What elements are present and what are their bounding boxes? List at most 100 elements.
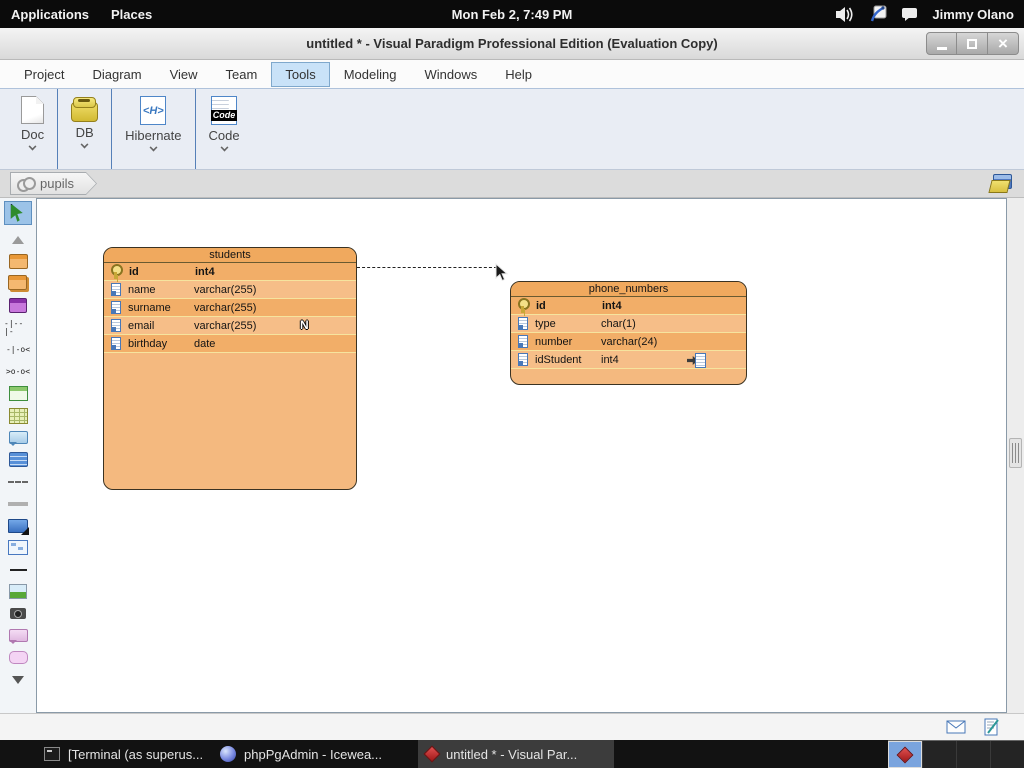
gnome-top-bar: Applications Places Mon Feb 2, 7:49 PM J… — [0, 0, 1024, 28]
entity-column-row[interactable]: birthday date — [104, 335, 356, 353]
hibernate-icon: <H> — [140, 96, 166, 125]
rounded-rect-tool[interactable] — [4, 647, 32, 668]
close-button[interactable] — [988, 32, 1019, 55]
window-title-bar: untitled * - Visual Paradigm Professiona… — [0, 28, 1024, 60]
image-tool[interactable] — [4, 581, 32, 602]
workspace-cell-1[interactable] — [888, 741, 922, 768]
screenshot-tool[interactable] — [4, 603, 32, 624]
entity-phone-numbers[interactable]: phone_numbers id int4 type char(1) — [510, 281, 747, 385]
column-extra-icon — [690, 298, 706, 313]
view-tool[interactable] — [4, 295, 32, 316]
workspace-cell-4[interactable] — [990, 741, 1024, 768]
toolbar-icon-text: Code — [211, 110, 238, 121]
scroll-up-tool[interactable] — [4, 229, 32, 250]
doc-button[interactable]: Doc — [8, 89, 57, 169]
thick-line-tool[interactable] — [4, 493, 32, 514]
diagram-canvas[interactable]: students id int4 name varchar(255) — [36, 198, 1007, 713]
grid-tool[interactable] — [4, 405, 32, 426]
menu-bar: Project Diagram View Team Tools Modeling… — [0, 60, 1024, 88]
show-diagrams-folder-icon[interactable] — [990, 174, 1014, 193]
chevron-down-icon[interactable] — [29, 143, 37, 151]
tablet-pen-icon[interactable] — [869, 5, 887, 23]
column-icon — [518, 335, 528, 348]
menu-view[interactable]: View — [156, 62, 212, 87]
table-tool[interactable] — [4, 383, 32, 404]
entity-tool[interactable] — [4, 251, 32, 272]
pointer-tool[interactable] — [4, 201, 32, 225]
diagram-tab-pupils[interactable]: pupils — [10, 172, 97, 195]
entity-column-row[interactable]: number varchar(24) — [511, 333, 746, 351]
entity-title[interactable]: students — [104, 248, 356, 263]
menu-windows[interactable]: Windows — [410, 62, 491, 87]
toolbar-button-label: Hibernate — [125, 128, 181, 143]
parent-entity-tool[interactable] — [4, 273, 32, 294]
menu-modeling[interactable]: Modeling — [330, 62, 411, 87]
task-label: [Terminal (as superus... — [68, 747, 203, 762]
entity-title[interactable]: phone_numbers — [511, 282, 746, 297]
comment-tool[interactable] — [4, 625, 32, 646]
message-icon[interactable] — [946, 720, 966, 734]
many-to-many-tool[interactable] — [4, 361, 32, 382]
dashed-line-tool[interactable] — [4, 471, 32, 492]
hibernate-button[interactable]: <H> Hibernate — [111, 89, 194, 169]
panel-splitter-handle[interactable] — [1009, 438, 1022, 468]
menu-help[interactable]: Help — [491, 62, 546, 87]
entity-students[interactable]: students id int4 name varchar(255) — [103, 247, 357, 490]
chevron-down-icon[interactable] — [81, 141, 89, 149]
vp-icon — [424, 746, 441, 763]
menu-project[interactable]: Project — [10, 62, 78, 87]
places-menu[interactable]: Places — [100, 0, 163, 28]
divider-line-tool[interactable] — [4, 559, 32, 580]
column-name: id — [536, 300, 602, 312]
diagram-tab-label: pupils — [40, 176, 74, 191]
code-button[interactable]: Code Code — [195, 89, 253, 169]
package-tool[interactable] — [4, 515, 32, 536]
callout-tool[interactable] — [4, 427, 32, 448]
column-icon — [111, 283, 121, 296]
menu-diagram[interactable]: Diagram — [78, 62, 155, 87]
column-extra-icon — [300, 264, 316, 279]
workspace-cell-2[interactable] — [922, 741, 956, 768]
column-icon — [111, 319, 121, 332]
terminal-icon — [44, 747, 60, 761]
workspace-cell-3[interactable] — [956, 741, 990, 768]
user-menu[interactable]: Jimmy Olano — [932, 7, 1014, 22]
workspace-switcher — [888, 740, 1024, 768]
menu-team[interactable]: Team — [212, 62, 272, 87]
entity-column-row[interactable]: surname varchar(255) — [104, 299, 356, 317]
text-tool[interactable] — [4, 449, 32, 470]
maximize-button[interactable] — [957, 32, 988, 55]
entity-column-row[interactable]: id int4 — [511, 297, 746, 315]
minimize-button[interactable] — [926, 32, 957, 55]
column-name: birthday — [128, 338, 194, 350]
entity-column-row[interactable]: id int4 — [104, 263, 356, 281]
column-name: number — [535, 336, 601, 348]
chevron-down-icon[interactable] — [220, 144, 228, 152]
applications-menu[interactable]: Applications — [0, 0, 100, 28]
entity-column-row[interactable]: name varchar(255) — [104, 281, 356, 299]
window-title: untitled * - Visual Paradigm Professiona… — [306, 36, 718, 51]
chevron-down-icon[interactable] — [149, 144, 157, 152]
entity-column-row[interactable]: email varchar(255) — [104, 317, 356, 335]
scroll-down-tool[interactable] — [4, 669, 32, 690]
chat-bubble-icon[interactable] — [901, 7, 918, 22]
code-icon: Code — [211, 96, 237, 125]
task-phppgadmin[interactable]: phpPgAdmin - Icewea... — [212, 740, 402, 768]
menu-tools[interactable]: Tools — [271, 62, 329, 87]
column-icon — [111, 337, 121, 350]
column-extra-icon — [300, 336, 316, 351]
toolbar-button-label: DB — [76, 125, 94, 140]
column-type: date — [194, 338, 215, 350]
overview-tool[interactable] — [4, 537, 32, 558]
one-to-many-tool[interactable] — [4, 339, 32, 360]
task-vp[interactable]: untitled * - Visual Par... — [418, 740, 614, 768]
volume-icon[interactable] — [835, 6, 855, 23]
edit-log-icon[interactable] — [984, 718, 1000, 736]
one-to-one-tool[interactable] — [4, 317, 32, 338]
entity-column-row[interactable]: type char(1) — [511, 315, 746, 333]
db-button[interactable]: DB — [57, 89, 111, 169]
column-extra-icon — [690, 352, 706, 367]
entity-column-row[interactable]: idStudent int4 — [511, 351, 746, 369]
task-terminal[interactable]: [Terminal (as superus... — [36, 740, 204, 768]
column-type: int4 — [602, 300, 622, 312]
